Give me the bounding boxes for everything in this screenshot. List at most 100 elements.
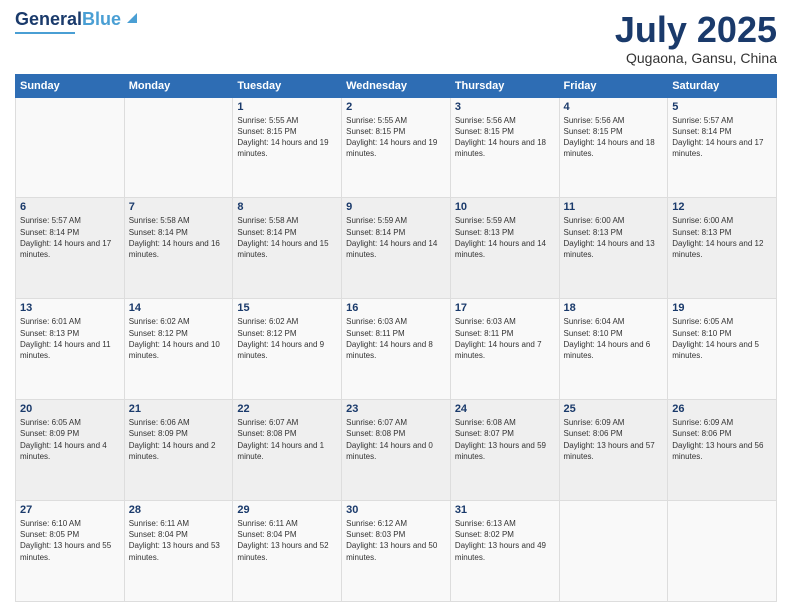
day-info: Sunrise: 5:55 AM Sunset: 8:15 PM Dayligh…	[237, 115, 337, 160]
calendar-cell: 17 Sunrise: 6:03 AM Sunset: 8:11 PM Dayli…	[450, 299, 559, 400]
calendar-cell: 12 Sunrise: 6:00 AM Sunset: 8:13 PM Dayli…	[668, 198, 777, 299]
day-number: 26	[672, 403, 772, 415]
calendar-cell	[668, 501, 777, 602]
calendar-cell: 25 Sunrise: 6:09 AM Sunset: 8:06 PM Dayli…	[559, 400, 668, 501]
calendar-cell: 24Sunrise: 6:08 AM Sunset: 8:07 PM Dayli…	[450, 400, 559, 501]
day-number: 7	[129, 201, 229, 213]
calendar-cell: 8 Sunrise: 5:58 AM Sunset: 8:14 PM Daylig…	[233, 198, 342, 299]
day-info: Sunrise: 6:05 AM Sunset: 8:09 PM Dayligh…	[20, 417, 120, 462]
day-number: 22	[237, 403, 337, 415]
calendar-cell: 10Sunrise: 5:59 AM Sunset: 8:13 PM Dayli…	[450, 198, 559, 299]
day-info: Sunrise: 6:02 AM Sunset: 8:12 PM Dayligh…	[129, 316, 229, 361]
weekday-header-sunday: Sunday	[16, 74, 125, 97]
weekday-header-row: SundayMondayTuesdayWednesdayThursdayFrid…	[16, 74, 777, 97]
day-number: 13	[20, 302, 120, 314]
weekday-header-wednesday: Wednesday	[342, 74, 451, 97]
calendar-cell: 14 Sunrise: 6:02 AM Sunset: 8:12 PM Dayli…	[124, 299, 233, 400]
calendar-cell: 27 Sunrise: 6:10 AM Sunset: 8:05 PM Dayli…	[16, 501, 125, 602]
calendar-cell: 6 Sunrise: 5:57 AM Sunset: 8:14 PM Daylig…	[16, 198, 125, 299]
calendar-week-row: 27 Sunrise: 6:10 AM Sunset: 8:05 PM Dayli…	[16, 501, 777, 602]
calendar-cell: 2 Sunrise: 5:55 AM Sunset: 8:15 PM Daylig…	[342, 97, 451, 198]
calendar-cell: 3 Sunrise: 5:56 AM Sunset: 8:15 PM Daylig…	[450, 97, 559, 198]
day-number: 1	[237, 101, 337, 113]
page: GeneralBlue July 2025 Qugaona, Gansu, Ch…	[0, 0, 792, 612]
day-number: 8	[237, 201, 337, 213]
day-number: 24	[455, 403, 555, 415]
calendar-week-row: 1 Sunrise: 5:55 AM Sunset: 8:15 PM Daylig…	[16, 97, 777, 198]
day-number: 31	[455, 504, 555, 516]
day-info: Sunrise: 6:01 AM Sunset: 8:13 PM Dayligh…	[20, 316, 120, 361]
day-number: 25	[564, 403, 664, 415]
calendar-cell: 31 Sunrise: 6:13 AM Sunset: 8:02 PM Dayli…	[450, 501, 559, 602]
day-info: Sunrise: 5:58 AM Sunset: 8:14 PM Dayligh…	[237, 215, 337, 260]
day-info: Sunrise: 6:12 AM Sunset: 8:03 PM Dayligh…	[346, 518, 446, 563]
calendar-cell: 29 Sunrise: 6:11 AM Sunset: 8:04 PM Dayli…	[233, 501, 342, 602]
day-info: Sunrise: 5:56 AM Sunset: 8:15 PM Dayligh…	[564, 115, 664, 160]
day-info: Sunrise: 6:06 AM Sunset: 8:09 PM Dayligh…	[129, 417, 229, 462]
day-info: Sunrise: 5:55 AM Sunset: 8:15 PM Dayligh…	[346, 115, 446, 160]
calendar-cell: 4 Sunrise: 5:56 AM Sunset: 8:15 PM Daylig…	[559, 97, 668, 198]
day-number: 23	[346, 403, 446, 415]
day-info: Sunrise: 5:56 AM Sunset: 8:15 PM Dayligh…	[455, 115, 555, 160]
day-number: 10	[455, 201, 555, 213]
day-number: 16	[346, 302, 446, 314]
calendar-cell: 19 Sunrise: 6:05 AM Sunset: 8:10 PM Dayli…	[668, 299, 777, 400]
calendar-cell	[559, 501, 668, 602]
calendar-cell: 9 Sunrise: 5:59 AM Sunset: 8:14 PM Daylig…	[342, 198, 451, 299]
calendar-week-row: 13 Sunrise: 6:01 AM Sunset: 8:13 PM Dayli…	[16, 299, 777, 400]
day-number: 9	[346, 201, 446, 213]
day-info: Sunrise: 6:00 AM Sunset: 8:13 PM Dayligh…	[564, 215, 664, 260]
day-info: Sunrise: 6:09 AM Sunset: 8:06 PM Dayligh…	[672, 417, 772, 462]
calendar-cell: 26 Sunrise: 6:09 AM Sunset: 8:06 PM Dayli…	[668, 400, 777, 501]
day-number: 29	[237, 504, 337, 516]
day-info: Sunrise: 6:05 AM Sunset: 8:10 PM Dayligh…	[672, 316, 772, 361]
day-info: Sunrise: 6:07 AM Sunset: 8:08 PM Dayligh…	[237, 417, 337, 462]
day-number: 14	[129, 302, 229, 314]
day-number: 19	[672, 302, 772, 314]
calendar-cell	[16, 97, 125, 198]
month-title: July 2025	[615, 10, 777, 50]
day-number: 30	[346, 504, 446, 516]
day-info: Sunrise: 6:03 AM Sunset: 8:11 PM Dayligh…	[455, 316, 555, 361]
day-info: Sunrise: 6:11 AM Sunset: 8:04 PM Dayligh…	[237, 518, 337, 563]
weekday-header-friday: Friday	[559, 74, 668, 97]
logo-text: GeneralBlue	[15, 10, 121, 30]
day-info: Sunrise: 6:04 AM Sunset: 8:10 PM Dayligh…	[564, 316, 664, 361]
day-info: Sunrise: 6:09 AM Sunset: 8:06 PM Dayligh…	[564, 417, 664, 462]
calendar-week-row: 20Sunrise: 6:05 AM Sunset: 8:09 PM Dayli…	[16, 400, 777, 501]
day-number: 17	[455, 302, 555, 314]
day-info: Sunrise: 5:58 AM Sunset: 8:14 PM Dayligh…	[129, 215, 229, 260]
day-number: 3	[455, 101, 555, 113]
day-info: Sunrise: 5:57 AM Sunset: 8:14 PM Dayligh…	[672, 115, 772, 160]
header: GeneralBlue July 2025 Qugaona, Gansu, Ch…	[15, 10, 777, 66]
calendar-cell: 28Sunrise: 6:11 AM Sunset: 8:04 PM Dayli…	[124, 501, 233, 602]
calendar-cell: 13 Sunrise: 6:01 AM Sunset: 8:13 PM Dayli…	[16, 299, 125, 400]
calendar-cell: 20Sunrise: 6:05 AM Sunset: 8:09 PM Dayli…	[16, 400, 125, 501]
day-info: Sunrise: 5:57 AM Sunset: 8:14 PM Dayligh…	[20, 215, 120, 260]
calendar-cell: 21 Sunrise: 6:06 AM Sunset: 8:09 PM Dayli…	[124, 400, 233, 501]
calendar-cell: 30 Sunrise: 6:12 AM Sunset: 8:03 PM Dayli…	[342, 501, 451, 602]
day-number: 6	[20, 201, 120, 213]
weekday-header-saturday: Saturday	[668, 74, 777, 97]
logo-underline	[15, 32, 75, 34]
calendar-cell	[124, 97, 233, 198]
day-info: Sunrise: 6:00 AM Sunset: 8:13 PM Dayligh…	[672, 215, 772, 260]
day-number: 12	[672, 201, 772, 213]
day-info: Sunrise: 6:07 AM Sunset: 8:08 PM Dayligh…	[346, 417, 446, 462]
day-number: 11	[564, 201, 664, 213]
calendar-table: SundayMondayTuesdayWednesdayThursdayFrid…	[15, 74, 777, 602]
calendar-cell: 5 Sunrise: 5:57 AM Sunset: 8:14 PM Daylig…	[668, 97, 777, 198]
day-number: 5	[672, 101, 772, 113]
weekday-header-thursday: Thursday	[450, 74, 559, 97]
day-info: Sunrise: 5:59 AM Sunset: 8:14 PM Dayligh…	[346, 215, 446, 260]
day-number: 27	[20, 504, 120, 516]
logo: GeneralBlue	[15, 10, 141, 34]
day-number: 4	[564, 101, 664, 113]
day-info: Sunrise: 6:03 AM Sunset: 8:11 PM Dayligh…	[346, 316, 446, 361]
day-info: Sunrise: 6:13 AM Sunset: 8:02 PM Dayligh…	[455, 518, 555, 563]
calendar-cell: 15Sunrise: 6:02 AM Sunset: 8:12 PM Dayli…	[233, 299, 342, 400]
day-number: 2	[346, 101, 446, 113]
calendar-cell: 11 Sunrise: 6:00 AM Sunset: 8:13 PM Dayli…	[559, 198, 668, 299]
day-number: 21	[129, 403, 229, 415]
day-info: Sunrise: 6:10 AM Sunset: 8:05 PM Dayligh…	[20, 518, 120, 563]
